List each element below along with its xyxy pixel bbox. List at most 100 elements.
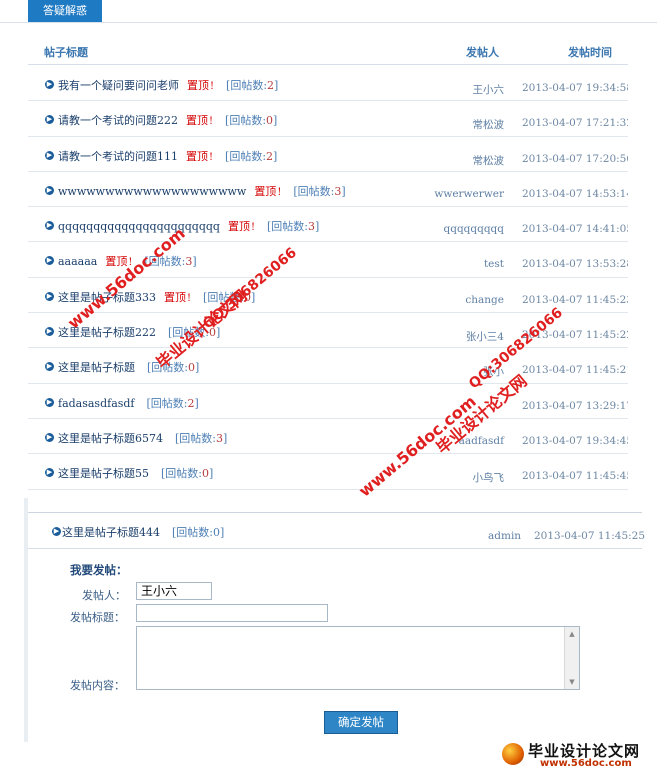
poster-input[interactable]: 王小六: [136, 582, 212, 600]
post-title-link[interactable]: 这里是帖子标题444 [回帖数:0]: [62, 524, 224, 540]
post-author: 王小六: [472, 84, 505, 96]
reply-count: [回帖数:3]: [144, 255, 197, 269]
pinned-badge: 置顶!: [186, 114, 214, 128]
table-row[interactable]: ▶ qqqqqqqqqqqqqqqqqqqqqqq 置顶! [回帖数:3] qqqqqq…: [28, 207, 628, 243]
reply-count: [回帖数:3]: [175, 431, 228, 445]
post-time: 2013-04-07 13:53:28: [522, 258, 628, 271]
scroll-up-icon[interactable]: ▲: [565, 627, 579, 641]
table-row[interactable]: ▶ 这里是帖子标题55 [回帖数:0] 小鸟飞 2013-04-07 11:45:45: [28, 454, 628, 490]
post-content-label: 发帖内容：: [70, 679, 125, 692]
pinned-badge: 置顶!: [187, 79, 215, 92]
arrow-bullet-icon: ▶: [45, 468, 54, 478]
reply-count: [回帖数:0]: [225, 114, 278, 128]
post-time: 2013-04-07 14:53:14: [522, 187, 628, 200]
post-author: 常松波: [472, 154, 505, 167]
arrow-bullet-icon: ▶: [45, 432, 54, 442]
pinned-badge: 置顶!: [254, 184, 282, 198]
post-title-link[interactable]: 这里是帖子标题6574 [回帖数:3]: [58, 430, 227, 446]
reply-count: [回帖数:0]: [161, 467, 214, 481]
table-row[interactable]: ▶ 这里是帖子标题333 置顶! [回帖数:0] change 2013-04-07 11…: [28, 278, 628, 314]
column-header-author: 发帖人: [466, 46, 499, 59]
post-title-link[interactable]: 请教一个考试的问题111 置顶! [回帖数:2]: [58, 148, 277, 164]
post-time: 2013-04-07 19:34:58: [522, 82, 628, 94]
post-author: 常松波: [472, 119, 505, 132]
column-header-time: 发帖时间: [568, 46, 612, 59]
arrow-bullet-icon: ▶: [45, 397, 54, 407]
reply-count: [回帖数:0]: [147, 361, 200, 375]
post-title-input[interactable]: [136, 604, 328, 622]
post-author: 张小: [483, 366, 504, 379]
post-author: change: [465, 293, 504, 306]
reply-count: [回帖数:0]: [203, 290, 256, 304]
post-title-link[interactable]: 这里是帖子标题 [回帖数:0]: [58, 359, 199, 375]
post-author: admin: [488, 530, 522, 542]
reply-count: [回帖数:3]: [267, 220, 320, 234]
table-row[interactable]: ▶ 我有一个疑问要问问老师 置顶! [回帖数:2] 王小六 2013-04-07 19:3…: [28, 66, 628, 102]
post-author: test: [483, 258, 504, 271]
tab-qa[interactable]: 答疑解惑: [28, 0, 102, 22]
reply-count: [回帖数:2]: [225, 149, 278, 163]
table-row[interactable]: ▶ 请教一个考试的问题222 置顶! [回帖数:0] 常松波 2013-04-07 17:…: [28, 101, 628, 137]
post-title-link[interactable]: wwwwwwwwwwwwwwwwwwww 置顶! [回帖数:3]: [58, 183, 346, 199]
post-title-link[interactable]: aaaaaa 置顶! [回帖数:3]: [58, 253, 197, 269]
table-row[interactable]: ▶ aaaaaa 置顶! [回帖数:3] test 2013-04-07 13:53:28: [28, 242, 628, 278]
tab-bar: 答疑解惑: [0, 0, 657, 23]
post-time: 2013-04-07 11:45:25: [534, 530, 646, 542]
reply-count: [回帖数:2]: [146, 396, 199, 410]
site-logo: 毕业设计论文网 www.56doc.com: [500, 740, 657, 772]
post-time: 2013-04-07 17:21:32: [522, 117, 628, 130]
post-title-link[interactable]: 请教一个考试的问题222 置顶! [回帖数:0]: [58, 112, 277, 128]
post-time: 2013-04-07 19:34:45: [522, 434, 628, 447]
reply-count: [回帖数:3]: [293, 184, 346, 198]
post-time: 2013-04-07 13:29:17: [522, 399, 628, 412]
post-time: 2013-04-07 11:45:21: [522, 364, 628, 377]
scroll-down-icon[interactable]: ▼: [565, 675, 579, 689]
post-title-link[interactable]: fadasasdfasdf [回帖数:2]: [58, 395, 199, 411]
table-row[interactable]: ▶ fadasasdfasdf [回帖数:2] 2013-04-07 13:29:17: [28, 384, 628, 419]
textarea-scrollbar[interactable]: ▲ ▼: [564, 627, 579, 689]
column-header-title: 帖子标题: [44, 46, 88, 59]
post-title-link[interactable]: qqqqqqqqqqqqqqqqqqqqqqq 置顶! [回帖数:3]: [58, 218, 319, 234]
form-heading: 我要发帖：: [70, 563, 128, 577]
divider: [28, 512, 642, 513]
pinned-badge: 置顶!: [105, 255, 133, 269]
list-header: 帖子标题 发帖人 发帖时间: [28, 36, 628, 65]
post-title-link[interactable]: 我有一个疑问要问问老师 置顶! [回帖数:2]: [58, 77, 278, 93]
table-row[interactable]: ▶这里是帖子标题444[回帖数:0]: [28, 490, 628, 498]
post-time: 2013-04-07 11:45:45: [522, 470, 628, 483]
arrow-bullet-icon: ▶: [45, 80, 54, 89]
post-time: 2013-04-07 17:20:56: [522, 152, 628, 165]
table-row[interactable]: ▶ 这里是帖子标题222 [回帖数:0] 张小三4 2013-04-07 11:45:2…: [28, 313, 628, 349]
post-author: 小鸟飞: [472, 472, 505, 485]
table-row[interactable]: ▶ 这里是帖子标题 [回帖数:0] 张小 2013-04-07 11:45:21: [28, 348, 628, 384]
post-title-link[interactable]: 这里是帖子标题55 [回帖数:0]: [58, 465, 213, 481]
arrow-bullet-icon: ▶: [45, 115, 54, 125]
table-row[interactable]: ▶ wwwwwwwwwwwwwwwwwwww 置顶! [回帖数:3] wwerwerwe…: [28, 172, 628, 208]
pinned-badge: 置顶!: [227, 220, 255, 234]
post-content-textarea[interactable]: ▲ ▼: [136, 626, 580, 690]
post-title-label: 发帖标题：: [70, 611, 125, 624]
arrow-bullet-icon: ▶: [45, 185, 54, 195]
logo-url: www.56doc.com: [540, 758, 632, 769]
arrow-bullet-icon: ▶: [45, 327, 54, 337]
post-author: 张小三4: [465, 331, 504, 344]
pinned-badge: 置顶!: [164, 290, 192, 304]
post-time: 2013-04-07 11:45:23: [522, 293, 628, 306]
arrow-bullet-icon: ▶: [45, 362, 54, 372]
submit-post-button[interactable]: 确定发帖: [324, 711, 398, 734]
arrow-bullet-icon: ▶: [45, 291, 54, 301]
reply-count: [回帖数:0]: [168, 326, 221, 340]
post-title-link[interactable]: 这里是帖子标题333 置顶! [回帖数:0]: [58, 289, 255, 305]
reply-count: [回帖数:2]: [226, 79, 279, 92]
post-time: 2013-04-07 11:45:22: [522, 329, 628, 342]
globe-icon: [502, 743, 524, 765]
table-row[interactable]: ▶ 这里是帖子标题6574 [回帖数:3] aadfasdf 2013-04-07 19…: [28, 419, 628, 455]
post-author: qqqqqqqqq: [443, 223, 505, 236]
post-time: 2013-04-07 14:41:05: [522, 223, 628, 236]
post-title-link[interactable]: 这里是帖子标题222 [回帖数:0]: [58, 324, 220, 340]
arrow-bullet-icon: ▶: [45, 221, 54, 231]
post-author: aadfasdf: [458, 434, 504, 447]
table-row[interactable]: ▶ 请教一个考试的问题111 置顶! [回帖数:2] 常松波 2013-04-07 17:…: [28, 137, 628, 172]
table-row-last[interactable]: ▶ 这里是帖子标题444 [回帖数:0] admin 2013-04-07 11:…: [28, 514, 646, 549]
post-list[interactable]: ▶ 我有一个疑问要问问老师 置顶! [回帖数:2] 王小六 2013-04-07 19:3…: [28, 66, 628, 498]
